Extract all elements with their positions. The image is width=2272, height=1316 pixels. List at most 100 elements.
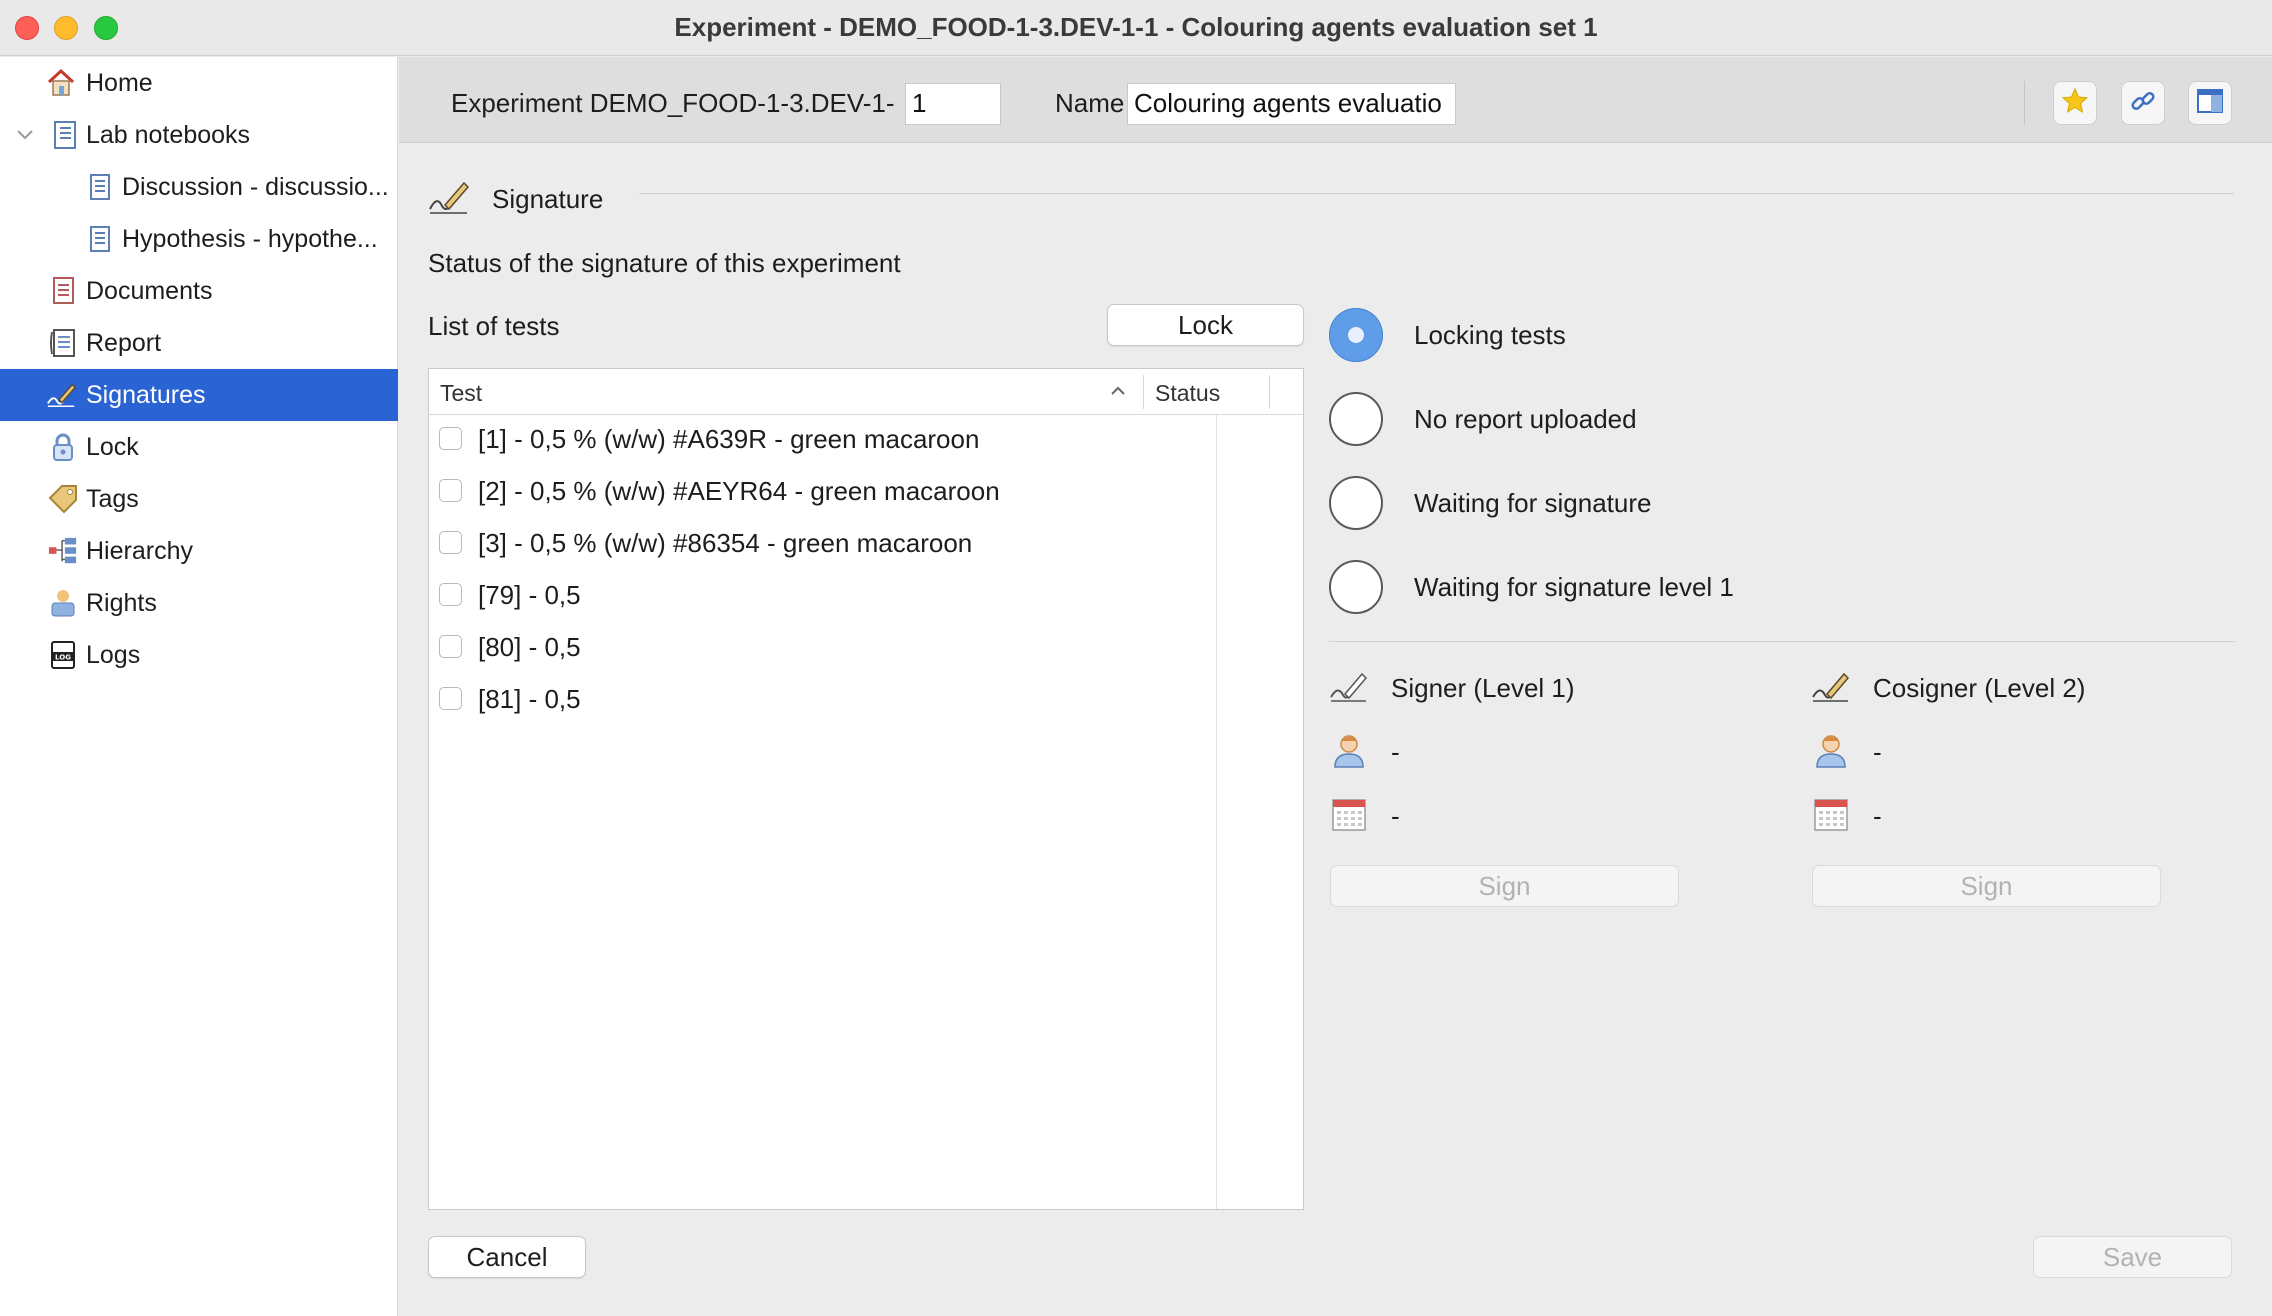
- cosigner-title: Cosigner (Level 2): [1873, 673, 2086, 703]
- test-checkbox[interactable]: [439, 531, 462, 554]
- sidebar-item-tags[interactable]: Tags: [0, 473, 398, 525]
- sidebar-item-discussion[interactable]: Discussion - discussio...: [0, 161, 398, 213]
- signer-user: -: [1391, 737, 1400, 767]
- experiment-number-field[interactable]: 1: [905, 83, 1001, 125]
- sidebar-item-logs[interactable]: LOG Logs: [0, 629, 398, 681]
- calendar-icon: [1329, 795, 1369, 835]
- table-row[interactable]: [80] - 0,5: [429, 623, 1216, 675]
- home-icon: [46, 68, 76, 98]
- sidebar-item-lab-notebooks[interactable]: Lab notebooks: [0, 109, 398, 161]
- signer-date: -: [1391, 801, 1400, 831]
- column-header-test[interactable]: Test: [429, 369, 1216, 415]
- sidebar-item-rights[interactable]: Rights: [0, 577, 398, 629]
- user-icon: [1811, 731, 1851, 771]
- chevron-down-icon[interactable]: [14, 124, 36, 146]
- calendar-icon: [1811, 795, 1851, 835]
- experiment-header: Experiment DEMO_FOOD-1-3.DEV-1- 1 Name C…: [399, 57, 2272, 143]
- documents-icon: [48, 276, 78, 306]
- experiment-name-field[interactable]: Colouring agents evaluatio: [1127, 83, 1456, 125]
- sidebar-item-label: Signatures: [86, 380, 206, 409]
- star-icon: [2061, 87, 2089, 120]
- sidebar-item-label: Rights: [86, 588, 157, 617]
- section-divider: [639, 193, 2234, 194]
- lock-button[interactable]: Lock: [1107, 304, 1304, 346]
- report-icon: [48, 328, 78, 358]
- main-panel: Experiment DEMO_FOOD-1-3.DEV-1- 1 Name C…: [399, 57, 2272, 1316]
- cosigner-user: -: [1873, 737, 1882, 767]
- table-row[interactable]: [3] - 0,5 % (w/w) #86354 - green macaroo…: [429, 519, 1216, 571]
- notebook-icon: [50, 120, 80, 150]
- tag-icon: [48, 484, 78, 514]
- sidebar-item-label: Discussion - discussio...: [122, 172, 389, 201]
- sidebar-item-label: Tags: [86, 484, 139, 513]
- sidebar-item-lock[interactable]: Lock: [0, 421, 398, 473]
- rights-icon: [48, 588, 78, 618]
- page-icon: [85, 224, 115, 254]
- sidebar-item-report[interactable]: Report: [0, 317, 398, 369]
- table-row[interactable]: [79] - 0,5: [429, 571, 1216, 623]
- sidebar-item-label: Hierarchy: [86, 536, 193, 565]
- section-title: Signature: [492, 184, 604, 214]
- signature-icon: [427, 177, 471, 217]
- status-radio: [1329, 560, 1383, 614]
- lock-icon: [48, 432, 78, 462]
- test-checkbox[interactable]: [439, 479, 462, 502]
- sidebar: Home Lab notebooks Discussion - discussi…: [0, 57, 398, 1316]
- sidebar-item-signatures[interactable]: Signatures: [0, 369, 398, 421]
- signer-title: Signer (Level 1): [1391, 673, 1575, 703]
- sidebar-item-hypothesis[interactable]: Hypothesis - hypothe...: [0, 213, 398, 265]
- status-radio: [1329, 308, 1383, 362]
- status-waiting-signature-level-1: Waiting for signature level 1: [1329, 558, 1929, 616]
- sidebar-item-label: Documents: [86, 276, 213, 305]
- sidebar-item-label: Lab notebooks: [86, 120, 251, 149]
- cosigner-panel: Cosigner (Level 2) - -: [1811, 667, 2231, 967]
- name-label: Name: [1055, 88, 1125, 118]
- scrollbar-track[interactable]: [1216, 415, 1217, 1209]
- column-header-status[interactable]: Status: [1144, 369, 1270, 415]
- sidebar-item-label: Logs: [86, 640, 141, 669]
- status-waiting-signature: Waiting for signature: [1329, 474, 1929, 532]
- table-row[interactable]: [1] - 0,5 % (w/w) #A639R - green macaroo…: [429, 415, 1216, 467]
- link-button[interactable]: [2121, 81, 2165, 125]
- status-caption: Status of the signature of this experime…: [428, 248, 901, 278]
- signature-icon: [1329, 667, 1369, 707]
- sidebar-item-home[interactable]: Home: [0, 57, 398, 109]
- signature-icon: [46, 380, 76, 410]
- signer-panel: Signer (Level 1) - -: [1329, 667, 1749, 967]
- test-checkbox[interactable]: [439, 583, 462, 606]
- toggle-panel-button[interactable]: [2188, 81, 2232, 125]
- sidebar-item-label: Report: [86, 328, 162, 357]
- favorite-button[interactable]: [2053, 81, 2097, 125]
- tests-label: List of tests: [428, 311, 560, 341]
- table-row[interactable]: [2] - 0,5 % (w/w) #AEYR64 - green macaro…: [429, 467, 1216, 519]
- svg-text:LOG: LOG: [55, 654, 71, 662]
- tests-table: Test Status [1] - 0,5 % (w/w) #A639R - g…: [428, 368, 1304, 1210]
- test-checkbox[interactable]: [439, 635, 462, 658]
- sort-ascending-icon: [1109, 382, 1127, 400]
- test-checkbox[interactable]: [439, 687, 462, 710]
- title-bar: Experiment - DEMO_FOOD-1-3.DEV-1-1 - Col…: [0, 0, 2272, 56]
- toolbar-divider: [2024, 81, 2025, 125]
- save-button[interactable]: Save: [2033, 1236, 2232, 1278]
- cosigner-date: -: [1873, 801, 1882, 831]
- status-no-report: No report uploaded: [1329, 390, 1929, 448]
- test-checkbox[interactable]: [439, 427, 462, 450]
- window-title: Experiment - DEMO_FOOD-1-3.DEV-1-1 - Col…: [674, 12, 1598, 42]
- user-icon: [1329, 731, 1369, 771]
- signature-icon: [1811, 667, 1851, 707]
- hierarchy-icon: [48, 536, 78, 566]
- sidebar-item-hierarchy[interactable]: Hierarchy: [0, 525, 398, 577]
- status-locking-tests: Locking tests: [1329, 306, 1929, 364]
- experiment-label: Experiment DEMO_FOOD-1-3.DEV-1-: [451, 88, 895, 118]
- signer-sign-button[interactable]: Sign: [1330, 865, 1679, 907]
- log-icon: LOG: [48, 640, 78, 670]
- cancel-button[interactable]: Cancel: [428, 1236, 586, 1278]
- status-radio: [1329, 476, 1383, 530]
- table-row[interactable]: [81] - 0,5: [429, 675, 1216, 727]
- cosigner-sign-button[interactable]: Sign: [1812, 865, 2161, 907]
- sidebar-panel-icon: [2196, 87, 2224, 120]
- link-icon: [2129, 87, 2157, 120]
- sidebar-item-label: Home: [86, 68, 153, 97]
- sidebar-item-documents[interactable]: Documents: [0, 265, 398, 317]
- sidebar-item-label: Hypothesis - hypothe...: [122, 224, 378, 253]
